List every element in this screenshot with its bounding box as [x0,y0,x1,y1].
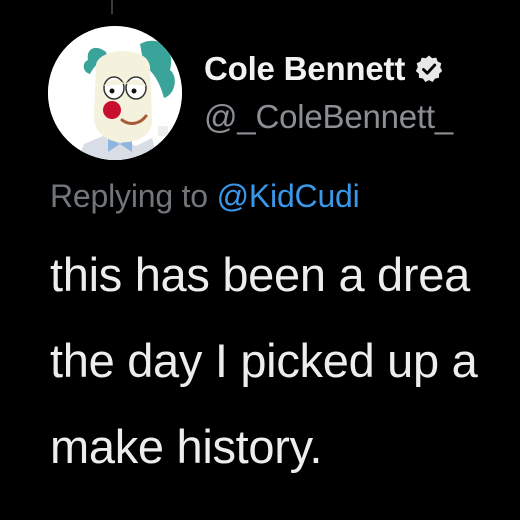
clown-avatar-icon [48,26,182,160]
tweet-line: this has been a drea [50,248,470,301]
replying-to-row: Replying to @KidCudi [50,178,360,215]
thread-connector-line [111,0,113,14]
replying-to-label: Replying to [50,178,208,214]
user-name-row: Cole Bennett [204,46,444,92]
display-name[interactable]: Cole Bennett [204,50,405,88]
tweet-text: this has been a drea the day I picked up… [50,232,520,490]
reply-mention-link[interactable]: @KidCudi [217,178,360,214]
profile-avatar[interactable] [48,26,182,160]
user-handle[interactable]: @_ColeBennett_ [204,98,453,136]
tweet-line: the day I picked up a [50,334,478,387]
tweet-line: make history. [50,420,323,473]
verified-badge-icon [414,54,444,84]
